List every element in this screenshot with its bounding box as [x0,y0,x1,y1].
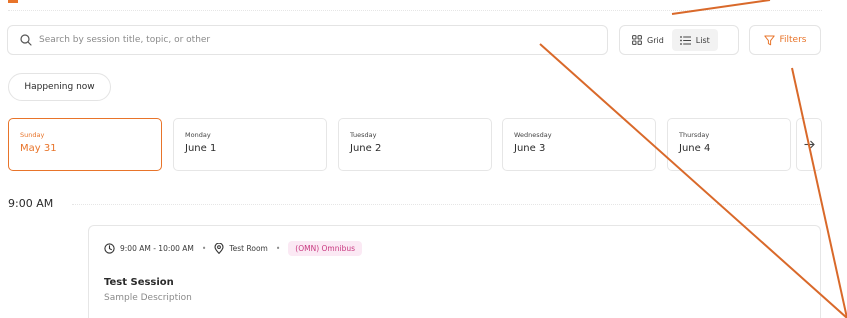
day-tab-tuesday[interactable]: Tuesday June 2 [338,118,492,171]
day-of-week: Tuesday [350,131,377,139]
grid-icon [632,35,642,45]
next-days-button[interactable] [796,118,822,171]
session-time: 9:00 AM - 10:00 AM [120,244,194,253]
arrow-right-icon [804,140,815,149]
time-slot-divider [72,204,822,205]
view-toggle: Grid List [619,25,739,55]
happening-now-chip[interactable]: Happening now [8,73,111,101]
happening-now-label: Happening now [24,82,95,92]
filters-label: Filters [779,35,807,45]
day-date: June 3 [514,143,546,154]
grid-view-label: Grid [647,35,664,45]
clock-icon [104,243,115,254]
day-of-week: Sunday [20,131,45,139]
filter-icon [763,35,775,45]
annotation-line [671,0,771,15]
day-tab-thursday[interactable]: Thursday June 4 [667,118,791,171]
session-meta: 9:00 AM - 10:00 AM • Test Room • (OMN) O… [104,241,362,256]
search-bar[interactable] [7,25,608,55]
grid-view-button[interactable]: Grid [624,29,672,51]
location-pin-icon [214,243,224,254]
divider [8,10,822,11]
filters-button[interactable]: Filters [749,25,821,55]
list-view-button[interactable]: List [671,29,718,51]
day-of-week: Monday [185,131,211,139]
list-view-label: List [695,35,710,45]
separator-dot: • [275,244,281,253]
day-tab-monday[interactable]: Monday June 1 [173,118,327,171]
day-of-week: Wednesday [514,131,552,139]
session-description: Sample Description [104,293,192,303]
search-input[interactable] [39,35,599,45]
session-room: Test Room [229,244,268,253]
search-icon [20,34,32,46]
day-date: May 31 [20,143,57,154]
day-date: June 1 [185,143,217,154]
day-tab-sunday[interactable]: Sunday May 31 [8,118,162,171]
day-date: June 2 [350,143,382,154]
time-slot-label: 9:00 AM [8,197,54,210]
day-date: June 4 [679,143,711,154]
track-badge: (OMN) Omnibus [288,241,362,256]
separator-dot: • [201,244,207,253]
list-icon [679,35,691,45]
schedule-page: Grid List Filters Happening now Sunday M… [0,0,847,318]
day-of-week: Thursday [679,131,710,139]
day-tab-wednesday[interactable]: Wednesday June 3 [502,118,656,171]
active-nav-indicator [8,0,18,3]
session-card[interactable]: 9:00 AM - 10:00 AM • Test Room • (OMN) O… [88,225,821,318]
session-title: Test Session [104,277,174,288]
